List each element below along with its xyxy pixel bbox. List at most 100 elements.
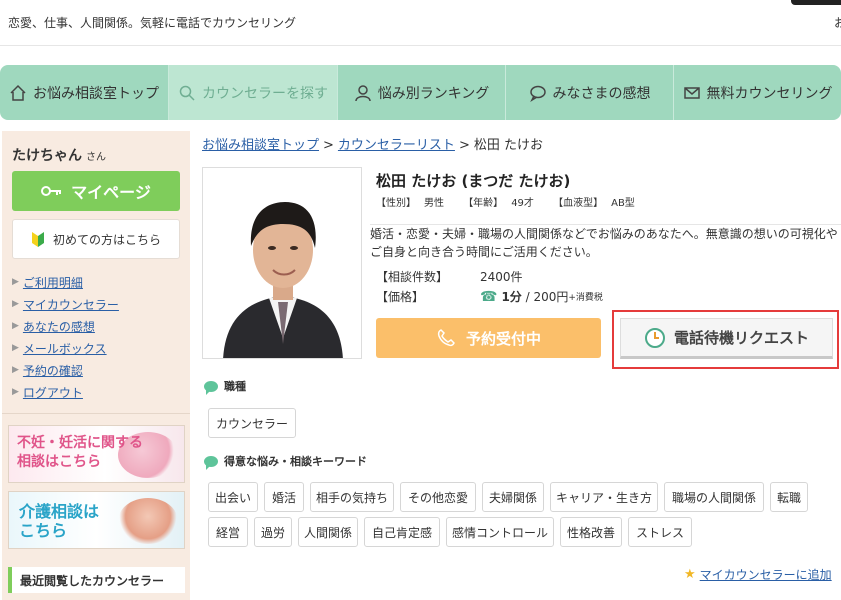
- keyword-tag[interactable]: ストレス: [628, 517, 692, 547]
- sidebar-link-label[interactable]: ご利用明細: [23, 274, 83, 291]
- keyword-tag[interactable]: 出会い: [208, 482, 258, 512]
- age-label: 【年齢】: [463, 198, 504, 209]
- price-label: 【価格】: [376, 290, 425, 304]
- keyword-tag[interactable]: 感情コントロール: [446, 517, 554, 547]
- breadcrumb-separator: >: [458, 138, 470, 153]
- keyword-tag[interactable]: 職場の人間関係: [664, 482, 764, 512]
- mypage-button[interactable]: マイページ: [12, 171, 180, 211]
- keyword-tag[interactable]: 相手の気持ち: [310, 482, 394, 512]
- nursing-care-banner[interactable]: 介護相談は こちら: [8, 491, 185, 549]
- sidebar-link-logout[interactable]: ▶ ログアウト: [12, 381, 119, 403]
- nav-item-ranking[interactable]: 悩み別ランキング: [338, 65, 506, 120]
- keyword-tag[interactable]: 婚活: [264, 482, 304, 512]
- nav-item-free-counseling[interactable]: 無料カウンセリング: [674, 65, 841, 120]
- first-time-label: 初めての方はこちら: [52, 232, 161, 247]
- sidebar-divider: [2, 413, 190, 414]
- standby-request-highlight: 電話待機リクエスト: [612, 310, 839, 369]
- nav-item-top[interactable]: お悩み相談室トップ: [0, 65, 169, 120]
- age-attr: 【年齢】 49才: [463, 198, 542, 209]
- first-time-button[interactable]: 初めての方はこちら: [12, 219, 180, 259]
- price-tax: +消費税: [568, 293, 603, 303]
- add-my-counselor[interactable]: ★ マイカウンセラーに追加: [684, 566, 832, 583]
- phone-icon: ☎: [480, 288, 498, 305]
- phone-standby-request-button[interactable]: 電話待機リクエスト: [620, 318, 833, 359]
- banner-text: 介護相談は こちら: [19, 502, 99, 540]
- banner-line: 不妊・妊活に関する: [17, 435, 143, 451]
- keyword-section-heading: 得意な悩み・相談キーワード: [204, 453, 367, 470]
- bullet-arrow-icon: ▶: [12, 365, 19, 375]
- counselor-portrait-image: [203, 168, 361, 358]
- sidebar-link-label[interactable]: ログアウト: [23, 384, 83, 401]
- counselor-description: 婚活・恋愛・夫婦・職場の人間関係などでお悩みのあなたへ。無意識の想いの可視化や …: [370, 224, 841, 261]
- consultation-count-row: 【相談件数】 2400件: [376, 268, 523, 285]
- sidebar-link-my-counselor[interactable]: ▶ マイカウンセラー: [12, 293, 119, 315]
- banner-line: こちら: [19, 521, 68, 540]
- bullet-arrow-icon: ▶: [12, 321, 19, 331]
- job-section-title: 職種: [224, 380, 246, 393]
- sidebar-link-reservations[interactable]: ▶ 予約の確認: [12, 359, 119, 381]
- description-line: ご自身と向き合う時間にご活用ください。: [370, 245, 598, 259]
- count-value: 2400件: [480, 270, 523, 284]
- price-unit: 1分: [501, 290, 522, 304]
- site-tagline-overflow: お: [834, 16, 841, 30]
- breadcrumb: お悩み相談室トップ > カウンセラーリスト > 松田 たけお: [202, 134, 543, 153]
- phone-handset-icon: [437, 329, 455, 347]
- fertility-banner[interactable]: 不妊・妊活に関する 相談はこちら: [8, 425, 185, 483]
- nav-label: 無料カウンセリング: [706, 85, 833, 102]
- corner-tab: [791, 0, 841, 5]
- person-icon: [354, 84, 371, 101]
- keyword-tag[interactable]: 転職: [770, 482, 808, 512]
- counselor-photo: [202, 167, 362, 359]
- age-value: 49才: [511, 198, 534, 209]
- speech-bubble-icon: [204, 455, 218, 470]
- nav-label: 悩み別ランキング: [377, 85, 490, 102]
- add-my-counselor-link[interactable]: マイカウンセラーに追加: [700, 566, 832, 583]
- sidebar-link-usage[interactable]: ▶ ご利用明細: [12, 271, 119, 293]
- blood-attr: 【血液型】 AB型: [553, 198, 643, 209]
- reservation-label: 予約受付中: [465, 329, 541, 348]
- standby-label: 電話待機リクエスト: [673, 329, 809, 347]
- nav-label: みなさまの感想: [552, 85, 651, 102]
- breadcrumb-home[interactable]: お悩み相談室トップ: [202, 138, 319, 153]
- user-name: たけちゃん: [12, 148, 82, 164]
- breadcrumb-current: 松田 たけお: [473, 138, 543, 153]
- nav-label: カウンセラーを探す: [202, 85, 328, 102]
- sidebar: たけちゃん さん マイページ 初めての方はこちら ▶ ご利用明細 ▶ マイカウンセラー…: [2, 131, 190, 600]
- price-value: 200円: [533, 290, 569, 304]
- banner-line: 介護相談は: [19, 502, 100, 521]
- sidebar-link-label[interactable]: 予約の確認: [23, 362, 83, 379]
- counselor-name: 松田 たけお (まつだ たけお): [376, 172, 571, 190]
- keyword-tag[interactable]: キャリア・生き方: [550, 482, 658, 512]
- keyword-tag[interactable]: 経営: [208, 517, 248, 547]
- clock-icon: [644, 327, 665, 348]
- blood-value: AB型: [611, 198, 635, 209]
- keyword-tag[interactable]: 自己肯定感: [364, 517, 440, 547]
- job-tag: カウンセラー: [208, 408, 296, 438]
- keyword-tag[interactable]: その他恋愛: [400, 482, 476, 512]
- house-icon: [10, 84, 26, 101]
- breadcrumb-list[interactable]: カウンセラーリスト: [338, 138, 455, 153]
- sidebar-link-your-reviews[interactable]: ▶ あなたの感想: [12, 315, 119, 337]
- gender-label: 【性別】: [376, 198, 416, 209]
- reservation-button[interactable]: 予約受付中: [376, 318, 601, 358]
- breadcrumb-separator: >: [323, 138, 334, 153]
- keyword-tag[interactable]: 人間関係: [298, 517, 358, 547]
- sidebar-link-label[interactable]: メールボックス: [23, 340, 107, 357]
- top-bar: 恋愛、仕事、人間関係。気軽に電話でカウンセリング お: [0, 0, 841, 46]
- site-tagline: 恋愛、仕事、人間関係。気軽に電話でカウンセリング: [8, 16, 297, 30]
- keyword-tag[interactable]: 過労: [254, 517, 292, 547]
- sidebar-link-label[interactable]: あなたの感想: [23, 318, 95, 335]
- keyword-tag[interactable]: 性格改善: [560, 517, 622, 547]
- nav-item-reviews[interactable]: みなさまの感想: [506, 65, 674, 120]
- blood-label: 【血液型】: [553, 198, 604, 209]
- description-line: 婚活・恋愛・夫婦・職場の人間関係などでお悩みのあなたへ。無意識の想いの可視化や: [370, 227, 838, 241]
- keyword-section-title: 得意な悩み・相談キーワード: [224, 455, 367, 468]
- nav-item-search[interactable]: カウンセラーを探す: [169, 65, 338, 120]
- search-icon: [179, 85, 195, 101]
- job-section-heading: 職種: [204, 378, 246, 395]
- count-label: 【相談件数】: [376, 270, 449, 284]
- sidebar-links: ▶ ご利用明細 ▶ マイカウンセラー ▶ あなたの感想 ▶ メールボックス ▶ 予約の確認…: [12, 271, 119, 403]
- sidebar-link-mailbox[interactable]: ▶ メールボックス: [12, 337, 119, 359]
- sidebar-link-label[interactable]: マイカウンセラー: [23, 296, 119, 313]
- keyword-tag[interactable]: 夫婦関係: [482, 482, 544, 512]
